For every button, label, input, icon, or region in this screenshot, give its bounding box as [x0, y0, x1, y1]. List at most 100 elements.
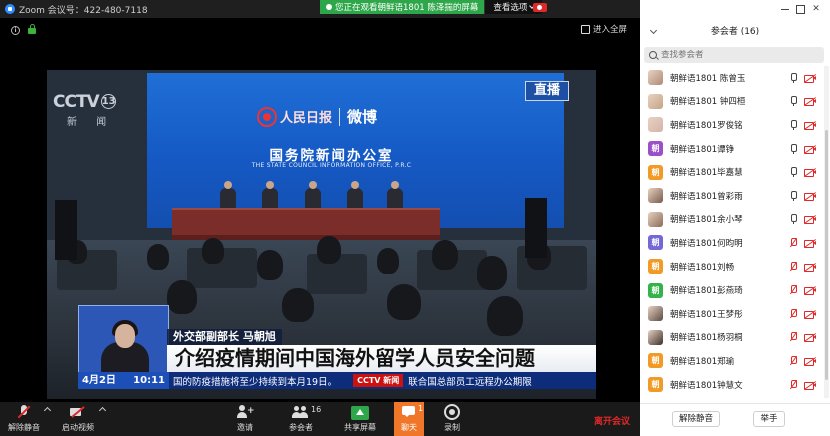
- participant-avatar: [648, 306, 663, 322]
- channel-subtitle: 新 闻: [67, 117, 115, 128]
- microphone-icon: [790, 167, 797, 178]
- participant-row[interactable]: 朝鲜语1801王梦彤: [640, 302, 824, 326]
- participant-row[interactable]: 朝朝鲜语1801彭燕琦: [640, 278, 824, 302]
- participant-avatar: 朝: [648, 141, 663, 157]
- participant-row[interactable]: 朝朝鲜语1801何昀明: [640, 231, 824, 255]
- participant-avatar: [648, 70, 663, 86]
- fullscreen-label: 进入全屏: [593, 25, 628, 35]
- logo-divider: [339, 107, 341, 126]
- microphone-icon: [790, 72, 797, 83]
- minimize-icon[interactable]: [780, 4, 790, 14]
- participant-search[interactable]: [644, 47, 824, 63]
- participant-name: 朝鲜语1801郑瑜: [670, 356, 735, 367]
- raise-hand-button[interactable]: 举手: [753, 411, 785, 427]
- participant-row[interactable]: 朝鲜语1801余小琴: [640, 208, 824, 232]
- participant-name: 朝鲜语1801曾彩雨: [670, 191, 743, 202]
- info-icon[interactable]: i: [11, 26, 20, 35]
- maximize-icon[interactable]: [795, 4, 805, 14]
- participant-name: 朝鲜语1801彭燕琦: [670, 286, 743, 297]
- ticker-datetime: 4月2日 10:11: [78, 372, 169, 389]
- video-off-icon: [70, 404, 86, 420]
- unmute-label: 解除静音: [8, 423, 40, 432]
- panel-title: 参会者 (16): [710, 27, 760, 37]
- microphone-muted-icon: [789, 355, 798, 366]
- speaker-figure: [262, 181, 278, 208]
- video-off-icon: [803, 333, 817, 343]
- share-screen-icon: [351, 406, 369, 420]
- participant-name: 朝鲜语1801毕嘉慧: [670, 168, 743, 179]
- microphone-icon: [790, 96, 797, 107]
- zoom-app-icon: [5, 4, 15, 14]
- participant-row[interactable]: 朝朝鲜语1801刘畅: [640, 255, 824, 279]
- lock-icon[interactable]: [28, 24, 36, 34]
- speaker-figure: [347, 181, 363, 208]
- participant-name: 朝鲜语1801谭铮: [670, 144, 735, 155]
- participant-row[interactable]: 朝朝鲜语1801谭铮: [640, 137, 824, 161]
- video-off-icon: [803, 262, 817, 272]
- scrollbar-thumb[interactable]: [825, 130, 828, 380]
- participants-label: 参会者: [289, 423, 313, 432]
- microphone-icon: [790, 190, 797, 201]
- people-daily-logo-icon: [257, 106, 277, 127]
- share-screen-button[interactable]: 共享屏幕: [343, 402, 377, 436]
- video-off-icon: [803, 97, 817, 107]
- caption-speaker: 外交部副部长 马朝旭: [167, 329, 282, 345]
- participant-row[interactable]: 朝朝鲜语1801钟慧文: [640, 373, 824, 397]
- speaker-figure: [220, 181, 236, 208]
- enter-fullscreen-button[interactable]: 进入全屏: [581, 22, 627, 36]
- leave-meeting-button[interactable]: 离开会议: [594, 414, 630, 427]
- ticker-text-2: 联合国总部员工远程办公期限: [408, 376, 532, 388]
- participant-list: 朝鲜语1801 陈曾玉 朝鲜语1801 钟四桓 朝鲜语1801罗俊铭朝朝鲜语1801…: [640, 66, 824, 398]
- search-input[interactable]: [661, 50, 811, 60]
- video-off-icon: [803, 191, 817, 201]
- start-video-button[interactable]: 启动视频: [58, 402, 98, 436]
- participant-name: 朝鲜语1801罗俊铭: [670, 120, 743, 131]
- chat-unread-count: 1: [418, 404, 424, 413]
- window-title: Zoom 会议号：422-480-7118: [19, 5, 148, 16]
- meeting-toolbar: 解除静音 启动视频 + 邀请 参会者 16 共享屏幕 聊天 1 录制 离开会议: [0, 402, 640, 436]
- live-badge: 直播: [525, 81, 569, 101]
- video-options-chevron-icon[interactable]: [98, 406, 107, 415]
- participant-avatar: 朝: [648, 235, 663, 251]
- participant-row[interactable]: 朝鲜语1801 钟四桓: [640, 90, 824, 114]
- record-button[interactable]: 录制: [439, 402, 465, 436]
- viewing-text: 您正在观看朝鲜语1801 陈泽揣的屏幕: [335, 3, 479, 13]
- partner-name: 人民日报: [280, 111, 333, 126]
- video-off-icon: [803, 286, 817, 296]
- participant-avatar: 朝: [648, 282, 663, 298]
- participant-row[interactable]: 朝鲜语1801杨羽桐: [640, 326, 824, 350]
- speaker-figure: [305, 181, 321, 208]
- microphone-muted-icon: [789, 332, 798, 342]
- microphone-muted-icon: [789, 284, 798, 295]
- audio-options-chevron-icon[interactable]: [43, 406, 52, 415]
- microphone-icon: [790, 119, 797, 130]
- participant-row[interactable]: 朝朝鲜语1801郑瑜: [640, 349, 824, 373]
- chat-icon: [401, 404, 417, 420]
- participant-name: 朝鲜语1801 陈曾玉: [670, 73, 746, 84]
- close-icon[interactable]: ✕: [811, 4, 821, 14]
- participant-row[interactable]: 朝鲜语1801曾彩雨: [640, 184, 824, 208]
- participant-name: 朝鲜语1801余小琴: [670, 215, 743, 226]
- recording-indicator-icon: [533, 3, 547, 12]
- panel-header: ✕ 参会者 (16): [640, 0, 830, 44]
- channel-name: CCTV: [53, 92, 100, 112]
- fullscreen-icon: [581, 24, 590, 34]
- invite-button[interactable]: + 邀请: [232, 402, 258, 436]
- participant-row[interactable]: 朝朝鲜语1801毕嘉慧: [640, 160, 824, 184]
- search-icon: [649, 51, 657, 59]
- chat-label: 聊天: [401, 423, 417, 432]
- unmute-all-button[interactable]: 解除静音: [672, 411, 720, 427]
- caption-headline: 介绍疫情期间中国海外留学人员安全问题: [167, 345, 596, 372]
- partner-weibo: 微博: [347, 108, 378, 126]
- invite-label: 邀请: [237, 423, 253, 432]
- view-options-label: 查看选项: [493, 3, 528, 13]
- share-screen-label: 共享屏幕: [344, 423, 376, 432]
- participant-row[interactable]: 朝鲜语1801 陈曾玉: [640, 66, 824, 90]
- meeting-area: i 进入全屏 人民日报 微博 CCTV 13 新 闻 直播 国务院新闻办公室 TH…: [0, 18, 640, 402]
- unmute-button[interactable]: 解除静音: [4, 402, 44, 436]
- participant-avatar: [648, 188, 663, 204]
- participant-avatar: 朝: [648, 164, 663, 180]
- video-off-icon: [803, 73, 817, 83]
- participant-name: 朝鲜语1801杨羽桐: [670, 333, 743, 344]
- participant-row[interactable]: 朝鲜语1801罗俊铭: [640, 113, 824, 137]
